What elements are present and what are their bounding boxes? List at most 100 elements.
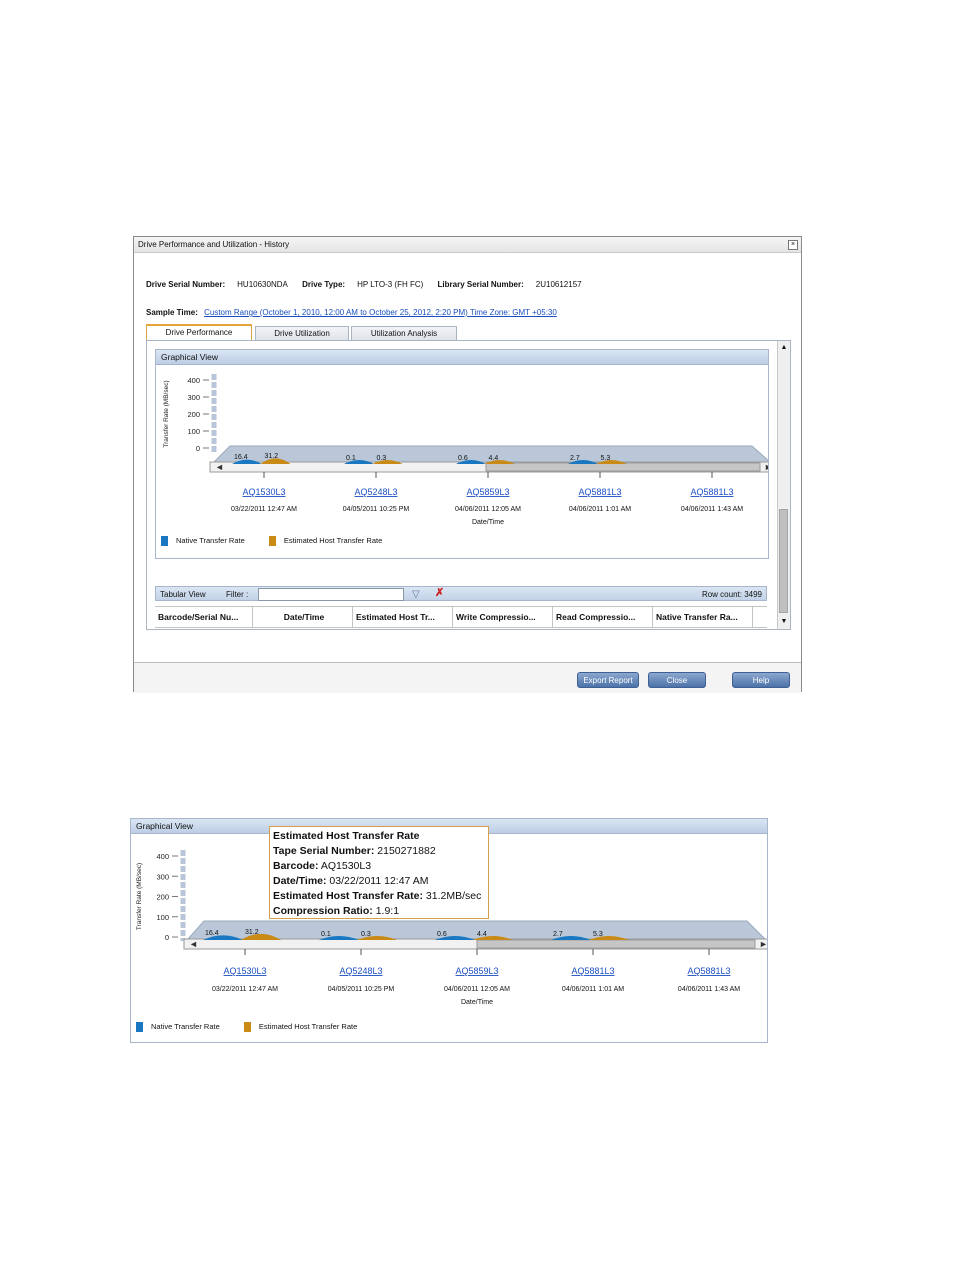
chart-legend: Native Transfer Rate Estimated Host Tran… bbox=[161, 536, 404, 547]
x-datetime-label: 04/06/2011 1:43 AM bbox=[681, 506, 743, 513]
data-label: 16.4 bbox=[234, 454, 248, 461]
tab-drive-utilization[interactable]: Drive Utilization bbox=[255, 326, 349, 340]
data-label: 0.6 bbox=[437, 931, 447, 938]
x-axis-label: Date/Time bbox=[461, 999, 493, 1006]
drive-info-row: Drive Serial Number: HU10630NDA Drive Typ… bbox=[146, 280, 594, 289]
data-label: 31.2 bbox=[265, 453, 279, 460]
tab-content: Graphical View Transfer Rate (MB/sec) 400… bbox=[146, 340, 791, 630]
data-label: 0.1 bbox=[321, 931, 331, 938]
column-header-estimated-host[interactable]: Estimated Host Tr... bbox=[353, 607, 453, 627]
x-datetime-label: 04/06/2011 1:01 AM bbox=[562, 986, 624, 993]
x-category-link[interactable]: AQ5248L3 bbox=[339, 966, 382, 976]
drive-serial-value: HU10630NDA bbox=[237, 280, 288, 289]
scroll-right-icon[interactable]: ► bbox=[759, 939, 767, 949]
y-tick-label: 100 bbox=[187, 427, 200, 436]
x-category-link[interactable]: AQ1530L3 bbox=[223, 966, 266, 976]
x-category-link[interactable]: AQ1530L3 bbox=[242, 487, 285, 497]
x-category-link[interactable]: AQ5881L3 bbox=[578, 487, 621, 497]
tooltip-serial: Tape Serial Number: 2150271882 bbox=[273, 845, 436, 857]
data-label: 5.3 bbox=[593, 931, 603, 938]
tooltip-barcode: Barcode: AQ1530L3 bbox=[273, 860, 372, 872]
export-report-button[interactable]: Export Report bbox=[577, 672, 639, 688]
data-label: 4.4 bbox=[489, 455, 499, 462]
data-label: 2.7 bbox=[553, 931, 563, 938]
x-datetime-label: 04/06/2011 1:01 AM bbox=[569, 506, 631, 513]
legend-swatch-estimated bbox=[268, 536, 276, 547]
x-category-link[interactable]: AQ5881L3 bbox=[687, 966, 730, 976]
legend-item-native: Native Transfer Rate bbox=[136, 1022, 220, 1033]
chart-area: Transfer Rate (MB/sec) 400 300 200 100 0 ◄ ► 16.… bbox=[163, 374, 768, 524]
chart-legend-zoomed: Native Transfer Rate Estimated Host Tran… bbox=[136, 1022, 379, 1033]
scroll-right-icon[interactable]: ► bbox=[764, 462, 768, 472]
dialog-title-bar: Drive Performance and Utilization - Hist… bbox=[134, 237, 801, 253]
x-axis-label: Date/Time bbox=[472, 519, 504, 524]
x-datetime-label: 04/05/2011 10:25 PM bbox=[343, 506, 410, 513]
data-label: 4.4 bbox=[477, 931, 487, 938]
legend-label-estimated: Estimated Host Transfer Rate bbox=[283, 536, 383, 545]
legend-item-estimated: Estimated Host Transfer Rate bbox=[268, 536, 383, 547]
x-datetime-label: 03/22/2011 12:47 AM bbox=[212, 986, 278, 993]
x-category-link[interactable]: AQ5859L3 bbox=[466, 487, 509, 497]
tooltip-datetime: Date/Time: 03/22/2011 12:47 AM bbox=[273, 875, 429, 887]
filter-funnel-icon[interactable]: ▽ bbox=[412, 587, 420, 602]
tooltip-compression: Compression Ratio: 1.9:1 bbox=[273, 905, 400, 917]
data-label: 31.2 bbox=[245, 929, 259, 936]
tab-drive-performance[interactable]: Drive Performance bbox=[146, 324, 252, 341]
y-tick-label: 100 bbox=[156, 913, 169, 922]
close-icon[interactable]: × bbox=[788, 240, 798, 250]
y-axis-label: Transfer Rate (MB/sec) bbox=[163, 380, 170, 447]
library-serial-label: Library Serial Number: bbox=[437, 280, 524, 289]
content-scrollbar[interactable]: ▲ ▼ bbox=[777, 341, 790, 629]
scroll-left-icon[interactable]: ◄ bbox=[215, 462, 224, 472]
legend-swatch-native bbox=[136, 1022, 143, 1033]
scroll-thumb[interactable] bbox=[779, 509, 788, 613]
legend-swatch-native bbox=[161, 536, 168, 547]
column-header-write-compression[interactable]: Write Compressio... bbox=[453, 607, 553, 627]
column-header-datetime[interactable]: Date/Time bbox=[253, 607, 353, 627]
tooltip-rate: Estimated Host Transfer Rate: 31.2MB/sec bbox=[273, 890, 482, 902]
history-dialog: Drive Performance and Utilization - Hist… bbox=[133, 236, 802, 693]
drive-serial-label: Drive Serial Number: bbox=[146, 280, 226, 289]
x-category-link[interactable]: AQ5859L3 bbox=[455, 966, 498, 976]
tabular-view: Tabular View Filter : ▽ ✗ Row count: 349… bbox=[155, 586, 767, 629]
close-button[interactable]: Close bbox=[648, 672, 706, 688]
clear-filter-icon[interactable]: ✗ bbox=[435, 586, 444, 601]
y-tick-label: 200 bbox=[156, 893, 169, 902]
column-header-read-compression[interactable]: Read Compressio... bbox=[553, 607, 653, 627]
legend-item-estimated: Estimated Host Transfer Rate bbox=[243, 1022, 357, 1033]
y-tick-label: 0 bbox=[196, 444, 200, 453]
table-header-row: Barcode/Serial Nu... Date/Time Estimated… bbox=[155, 606, 767, 628]
filter-input[interactable] bbox=[258, 588, 404, 601]
data-label: 0.1 bbox=[346, 455, 356, 462]
scroll-left-icon[interactable]: ◄ bbox=[189, 939, 198, 949]
x-datetime-label: 04/05/2011 10:25 PM bbox=[328, 986, 395, 993]
library-serial-value: 2U10612157 bbox=[535, 280, 582, 289]
tab-utilization-analysis[interactable]: Utilization Analysis bbox=[351, 326, 457, 340]
tabular-view-title: Tabular View bbox=[160, 590, 206, 599]
drive-type-value: HP LTO-3 (FH FC) bbox=[357, 280, 424, 289]
x-datetime-label: 04/06/2011 12:05 AM bbox=[455, 506, 521, 513]
tooltip-title: Estimated Host Transfer Rate bbox=[273, 830, 420, 842]
data-label: 0.6 bbox=[458, 455, 468, 462]
graphical-view-title: Graphical View bbox=[156, 350, 768, 365]
x-category-link[interactable]: AQ5248L3 bbox=[354, 487, 397, 497]
help-button[interactable]: Help bbox=[732, 672, 790, 688]
scroll-up-icon[interactable]: ▲ bbox=[778, 342, 790, 354]
legend-label-native: Native Transfer Rate bbox=[176, 536, 245, 545]
y-tick-label: 400 bbox=[156, 852, 169, 861]
data-label: 0.3 bbox=[361, 931, 371, 938]
scroll-down-icon[interactable]: ▼ bbox=[778, 616, 790, 628]
x-category-link[interactable]: AQ5881L3 bbox=[690, 487, 733, 497]
column-header-barcode[interactable]: Barcode/Serial Nu... bbox=[155, 607, 253, 627]
sample-time-link[interactable]: Custom Range (October 1, 2010, 12:00 AM … bbox=[204, 308, 557, 317]
graphical-view-panel: Graphical View Transfer Rate (MB/sec) 400… bbox=[155, 349, 769, 559]
data-label: 16.4 bbox=[205, 930, 219, 937]
column-header-native-transfer[interactable]: Native Transfer Ra... bbox=[653, 607, 753, 627]
sample-time-label: Sample Time: bbox=[146, 308, 198, 317]
tabular-toolbar: Tabular View Filter : ▽ ✗ Row count: 349… bbox=[155, 586, 767, 601]
data-label: 0.3 bbox=[377, 455, 387, 462]
data-label: 2.7 bbox=[570, 455, 580, 462]
y-tick-label: 0 bbox=[165, 933, 169, 942]
drive-type-label: Drive Type: bbox=[302, 280, 346, 289]
x-category-link[interactable]: AQ5881L3 bbox=[571, 966, 614, 976]
